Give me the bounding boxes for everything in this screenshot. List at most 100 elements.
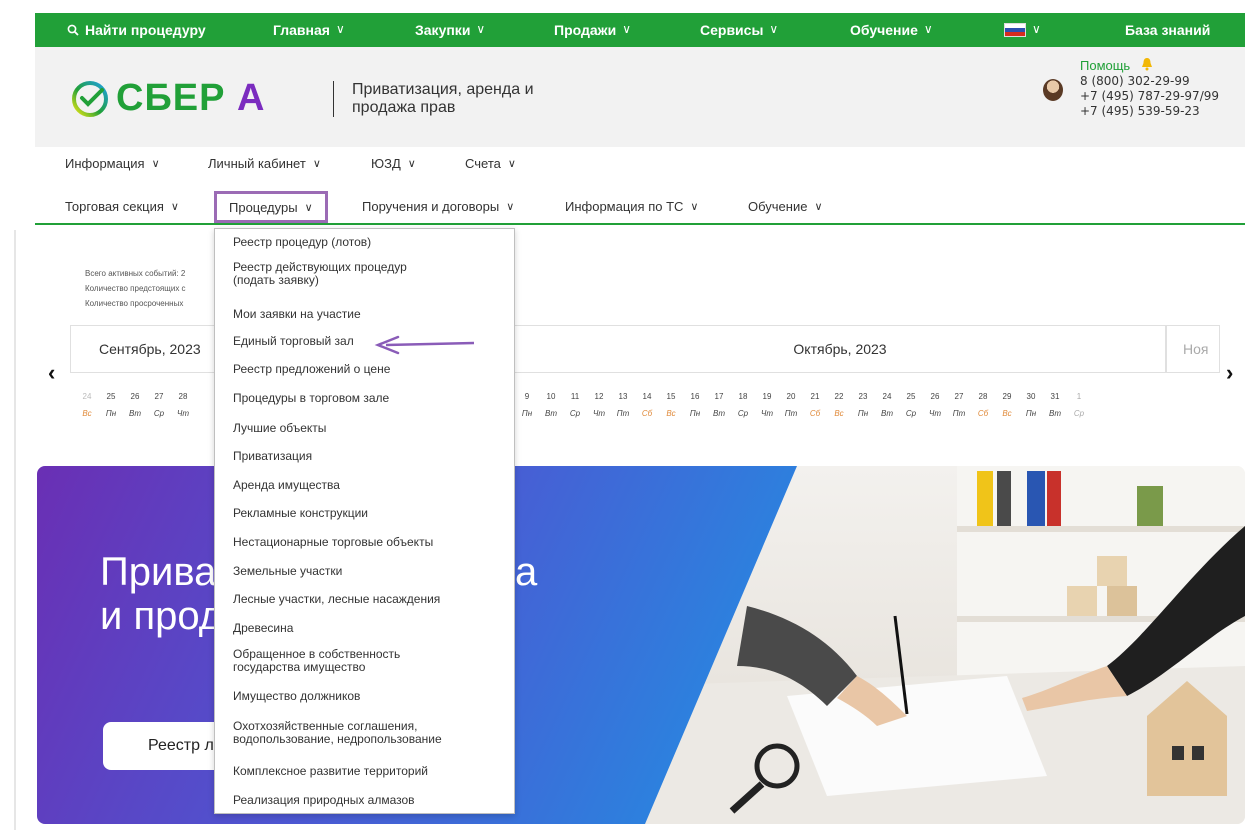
topnav-item-main[interactable]: Главная ∨ <box>273 13 345 47</box>
day-number: 31 <box>1050 392 1060 401</box>
calendar-day[interactable]: 23 Пн <box>852 388 874 428</box>
menu-label: Информация <box>65 155 145 171</box>
day-number: 11 <box>570 392 580 401</box>
dropdown-item[interactable]: Лесные участки, лесные насаждения <box>233 593 440 606</box>
help-link[interactable]: Помощь <box>1080 58 1130 73</box>
dropdown-item[interactable]: Реестр предложений о цене <box>233 363 390 376</box>
dropdown-item[interactable]: Обращенное в собственность государства им… <box>233 648 400 674</box>
weekday-label: Ср <box>153 409 165 418</box>
chevron-down-icon: ∨ <box>304 201 313 214</box>
weekday-label: Пн <box>521 409 533 418</box>
menu-item-personal-account[interactable]: Личный кабинет ∨ <box>208 152 321 174</box>
calendar-day[interactable]: 24 Вс <box>76 388 98 428</box>
dropdown-item[interactable]: Нестационарные торговые объекты <box>233 536 433 549</box>
knowledge-base-link[interactable]: База знаний <box>1125 13 1210 47</box>
events-line: Количество просроченных <box>85 299 184 308</box>
dropdown-item-line: Имущество должников <box>233 689 361 703</box>
dropdown-item[interactable]: Мои заявки на участие <box>233 308 361 321</box>
dropdown-item-line: Единый торговый зал <box>233 334 354 348</box>
calendar-day[interactable]: 22 Вс <box>828 388 850 428</box>
topnav-item-services[interactable]: Сервисы ∨ <box>700 13 778 47</box>
dropdown-item[interactable]: Приватизация <box>233 450 312 463</box>
calendar-day[interactable]: 15 Вс <box>660 388 682 428</box>
calendar-day[interactable]: 25 Ср <box>900 388 922 428</box>
calendar-next-arrow[interactable]: › <box>1226 360 1233 386</box>
dropdown-item[interactable]: Лучшие объекты <box>233 422 326 435</box>
day-number: 28 <box>178 392 188 401</box>
arrow-pointer-icon <box>374 335 475 355</box>
calendar-day[interactable]: 20 Пт <box>780 388 802 428</box>
menu-label: Личный кабинет <box>208 155 306 171</box>
weekday-label: Пн <box>105 409 117 418</box>
calendar-day[interactable]: 19 Чт <box>756 388 778 428</box>
menu-item-procedures[interactable]: Процедуры ∨ <box>214 191 328 223</box>
topnav-item-learning[interactable]: Обучение ∨ <box>850 13 933 47</box>
topnav-item-sales[interactable]: Продажи ∨ <box>554 13 631 47</box>
dropdown-item-line: Земельные участки <box>233 564 343 578</box>
main-menu: Торговая секция ∨ Процедуры ∨ Поручения и … <box>35 189 1245 225</box>
weekday-label: Пн <box>1025 409 1037 418</box>
calendar-day[interactable]: 21 Сб <box>804 388 826 428</box>
weekday-label: Чт <box>592 409 606 418</box>
calendar-day[interactable]: 25 Пн <box>100 388 122 428</box>
calendar-day[interactable]: 29 Вс <box>996 388 1018 428</box>
dropdown-item-line: Нестационарные торговые объекты <box>233 535 434 549</box>
weekday-label: Вт <box>545 409 557 418</box>
site-tagline: Приватизация, аренда и продажа прав <box>333 81 534 117</box>
calendar-day[interactable]: 12 Чт <box>588 388 610 428</box>
calendar-day[interactable]: 27 Пт <box>948 388 970 428</box>
dropdown-item[interactable]: Рекламные конструкции <box>233 507 368 520</box>
sber-a-logo[interactable]: СБЕР А <box>70 77 265 120</box>
dropdown-item[interactable]: Реализация природных алмазов <box>233 794 415 807</box>
day-number: 15 <box>666 392 676 401</box>
calendar-day[interactable]: 30 Пн <box>1020 388 1042 428</box>
weekday-label: Пн <box>689 409 701 418</box>
dropdown-item[interactable]: Древесина <box>233 622 293 635</box>
day-number: 26 <box>130 392 140 401</box>
dropdown-item-line: Лучшие объекты <box>233 421 327 435</box>
weekday-label: Вт <box>713 409 725 418</box>
dropdown-item[interactable]: Комплексное развитие территорий <box>233 765 428 778</box>
chevron-down-icon: ∨ <box>923 22 933 36</box>
dropdown-item[interactable]: Реестр процедур (лотов) <box>233 236 371 249</box>
menu-item-information[interactable]: Информация ∨ <box>65 152 160 174</box>
menu-item-ts-info[interactable]: Информация по ТС ∨ <box>565 195 698 217</box>
calendar-day[interactable]: 14 Сб <box>636 388 658 428</box>
topnav-item-purchases[interactable]: Закупки ∨ <box>415 13 485 47</box>
calendar-day[interactable]: 28 Сб <box>972 388 994 428</box>
find-procedure-link[interactable]: Найти процедуру <box>67 13 206 47</box>
day-number: 16 <box>690 392 700 401</box>
calendar-day[interactable]: 31 Вт <box>1044 388 1066 428</box>
dropdown-item[interactable]: Процедуры в торговом зале <box>233 392 389 405</box>
calendar-day[interactable]: 11 Ср <box>564 388 586 428</box>
calendar-day[interactable]: 17 Вт <box>708 388 730 428</box>
calendar-day[interactable]: 10 Вт <box>540 388 562 428</box>
calendar-day[interactable]: 26 Чт <box>924 388 946 428</box>
menu-item-learning[interactable]: Обучение ∨ <box>748 195 823 217</box>
menu-item-orders-contracts[interactable]: Поручения и договоры ∨ <box>362 195 514 217</box>
language-selector[interactable]: ∨ <box>1004 13 1041 47</box>
calendar-day[interactable]: 1 Ср <box>1068 388 1090 428</box>
dropdown-item[interactable]: Имущество должников <box>233 690 360 703</box>
weekday-label: Сб <box>977 409 989 418</box>
calendar-day[interactable]: 16 Пн <box>684 388 706 428</box>
calendar-prev-arrow[interactable]: ‹ <box>48 360 55 386</box>
calendar-day[interactable]: 9 Пн <box>516 388 538 428</box>
calendar-day[interactable]: 13 Пт <box>612 388 634 428</box>
dropdown-item[interactable]: Земельные участки <box>233 565 342 578</box>
menu-item-invoices[interactable]: Счета ∨ <box>465 152 516 174</box>
dropdown-item[interactable]: Охотхозяйственные соглашения, водопользов… <box>233 720 442 746</box>
calendar-day[interactable]: 27 Ср <box>148 388 170 428</box>
menu-item-trade-section[interactable]: Торговая секция ∨ <box>65 195 179 217</box>
weekday-label: Чт <box>176 409 190 418</box>
calendar-day[interactable]: 26 Вт <box>124 388 146 428</box>
dropdown-item[interactable]: Реестр действующих процедур (подать заявк… <box>233 261 407 287</box>
calendar-day[interactable]: 28 Чт <box>172 388 194 428</box>
menu-item-edm[interactable]: ЮЗД ∨ <box>371 152 416 174</box>
calendar-day[interactable]: 18 Ср <box>732 388 754 428</box>
calendar-month-november: Ноя <box>1166 325 1220 373</box>
site-header: СБЕР А Приватизация, аренда и продажа пр… <box>35 47 1245 147</box>
dropdown-item[interactable]: Единый торговый зал <box>233 335 354 348</box>
dropdown-item[interactable]: Аренда имущества <box>233 479 340 492</box>
calendar-day[interactable]: 24 Вт <box>876 388 898 428</box>
